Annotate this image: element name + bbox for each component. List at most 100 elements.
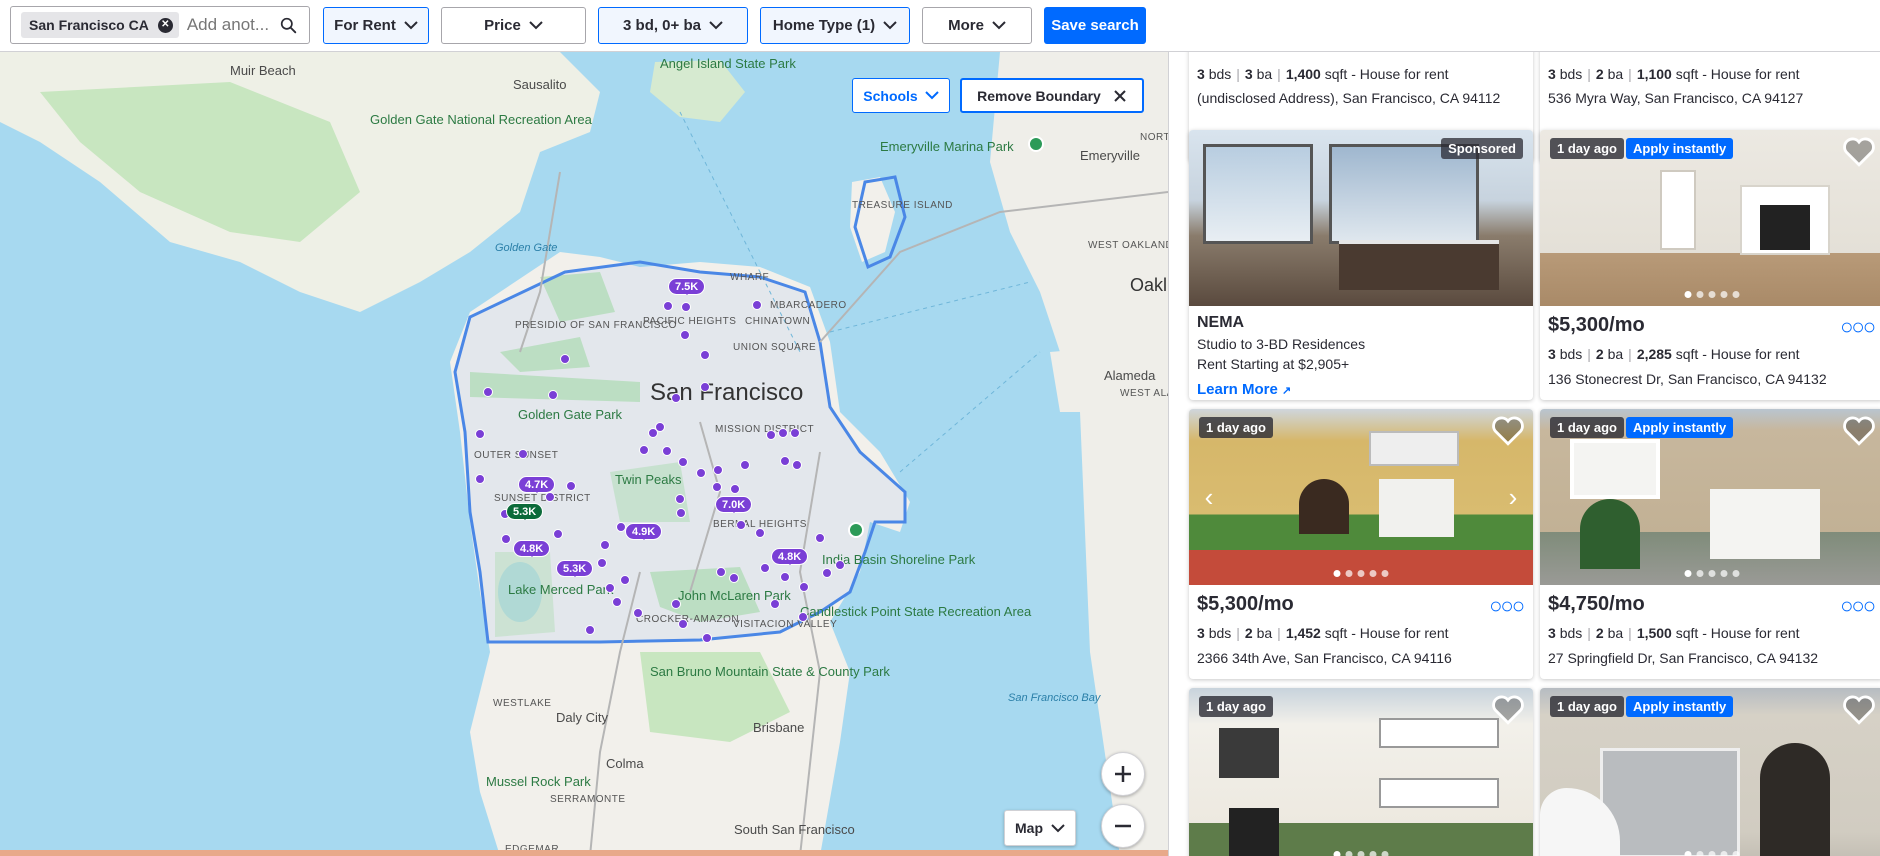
map-type-dropdown[interactable]: Map: [1004, 810, 1076, 846]
map-price-pin[interactable]: 4.8K: [771, 548, 809, 565]
map-listing-dot[interactable]: [696, 468, 706, 478]
map-listing-dot[interactable]: [740, 460, 750, 470]
map-listing-dot[interactable]: [730, 484, 740, 494]
photo-carousel-dots[interactable]: [1333, 851, 1389, 856]
map-listing-dot[interactable]: [545, 492, 555, 502]
map-listing-dot[interactable]: [560, 354, 570, 364]
map-listing-dot[interactable]: [675, 494, 685, 504]
listing-photo[interactable]: 1 day ago: [1189, 688, 1533, 856]
map-listing-dot[interactable]: [671, 599, 681, 609]
photo-carousel-dots[interactable]: [1684, 570, 1740, 577]
map-price-pin[interactable]: 4.9K: [625, 523, 663, 540]
map-listing-dot[interactable]: [553, 529, 563, 539]
listing-photo[interactable]: Sponsored: [1189, 130, 1533, 306]
map-listing-dot[interactable]: [680, 330, 690, 340]
search-box[interactable]: San Francisco CA ✕: [10, 6, 310, 44]
map-listing-dot[interactable]: [700, 350, 710, 360]
map-listing-dot[interactable]: [822, 568, 832, 578]
map-listing-dot[interactable]: [605, 583, 615, 593]
photo-carousel-dots[interactable]: [1684, 851, 1740, 856]
map-listing-dot[interactable]: [662, 446, 672, 456]
schools-dropdown[interactable]: Schools: [852, 78, 950, 113]
map-listing-dot[interactable]: [780, 456, 790, 466]
map-listing-dot[interactable]: [501, 534, 511, 544]
more-filters-dropdown[interactable]: More: [922, 7, 1032, 44]
map-price-pin[interactable]: 5.3K: [556, 560, 594, 577]
listing-photo[interactable]: 1 day ago ‹ ›: [1189, 409, 1533, 585]
learn-more-link[interactable]: Learn More ↗: [1197, 381, 1525, 398]
map-price-pin[interactable]: 4.8K: [513, 540, 551, 557]
map-listing-dot[interactable]: [548, 390, 558, 400]
location-chip[interactable]: San Francisco CA ✕: [21, 12, 179, 38]
map-listing-dot[interactable]: [700, 382, 710, 392]
map-listing-dot[interactable]: [566, 481, 576, 491]
home-type-dropdown[interactable]: Home Type (1): [760, 7, 910, 44]
map-listing-dot[interactable]: [799, 582, 809, 592]
heart-icon[interactable]: [1842, 136, 1876, 168]
search-input[interactable]: [186, 15, 279, 35]
map-panel[interactable]: Muir Beach Sausalito Angel Island State …: [0, 52, 1168, 856]
map-listing-dot[interactable]: [681, 302, 691, 312]
listing-card[interactable]: 1 day ago Apply instantly $4,750/mo 3 bd…: [1540, 409, 1880, 679]
more-options-icon[interactable]: ○○○: [1840, 316, 1876, 338]
map-listing-dot[interactable]: [597, 558, 607, 568]
map-listing-dot[interactable]: [639, 445, 649, 455]
map-price-pin[interactable]: 4.7K: [518, 476, 556, 493]
map-listing-dot[interactable]: [663, 301, 673, 311]
listing-card[interactable]: 1 day ago Apply instantly: [1540, 688, 1880, 856]
map-listing-dot[interactable]: [620, 575, 630, 585]
map-listing-dot[interactable]: [671, 393, 681, 403]
map-listing-dot[interactable]: [475, 429, 485, 439]
listing-type-dropdown[interactable]: For Rent: [323, 7, 429, 44]
photo-carousel-dots[interactable]: [1684, 291, 1740, 298]
heart-icon[interactable]: [1491, 694, 1525, 726]
map-listing-dot[interactable]: [778, 428, 788, 438]
map-listing-dot[interactable]: [760, 563, 770, 573]
previous-photo-icon[interactable]: ‹: [1197, 482, 1221, 512]
price-dropdown[interactable]: Price: [441, 7, 586, 44]
remove-location-icon[interactable]: ✕: [157, 17, 173, 33]
map-listing-dot[interactable]: [780, 572, 790, 582]
photo-carousel-dots[interactable]: [1333, 570, 1389, 577]
listing-photo[interactable]: 1 day ago Apply instantly: [1540, 130, 1880, 306]
search-icon[interactable]: [280, 17, 297, 34]
listings-panel[interactable]: 3 bds | 3 ba | 1,400 sqft - House for rent (…: [1168, 52, 1880, 856]
map-listing-dot[interactable]: [518, 449, 528, 459]
map-listing-dot[interactable]: [676, 508, 686, 518]
sponsored-card[interactable]: Sponsored NEMA Studio to 3-BD Residences…: [1189, 130, 1533, 400]
map-listing-dot[interactable]: [815, 533, 825, 543]
map-price-pin[interactable]: 7.0K: [715, 496, 753, 513]
map-listing-dot[interactable]: [716, 567, 726, 577]
map-listing-dot[interactable]: [729, 573, 739, 583]
map-listing-dot[interactable]: [475, 474, 485, 484]
zoom-out-button[interactable]: [1101, 804, 1145, 848]
map-listing-dot[interactable]: [712, 482, 722, 492]
map-listing-dot[interactable]: [702, 633, 712, 643]
heart-icon[interactable]: [1491, 415, 1525, 447]
heart-icon[interactable]: [1842, 694, 1876, 726]
map-listing-dot[interactable]: [483, 387, 493, 397]
more-options-icon[interactable]: ○○○: [1840, 595, 1876, 617]
map-listing-dot[interactable]: [766, 430, 776, 440]
map-listing-dot[interactable]: [736, 520, 746, 530]
map-listing-dot[interactable]: [713, 465, 723, 475]
listing-photo[interactable]: 1 day ago Apply instantly: [1540, 409, 1880, 585]
next-photo-icon[interactable]: ›: [1501, 482, 1525, 512]
map-listing-dot[interactable]: [755, 528, 765, 538]
map-listing-dot[interactable]: [752, 300, 762, 310]
beds-baths-dropdown[interactable]: 3 bd, 0+ ba: [598, 7, 748, 44]
map-listing-dot[interactable]: [792, 460, 802, 470]
zoom-in-button[interactable]: [1101, 752, 1145, 796]
remove-boundary-button[interactable]: Remove Boundary: [960, 78, 1144, 113]
save-search-button[interactable]: Save search: [1044, 7, 1146, 44]
map-listing-dot[interactable]: [678, 457, 688, 467]
listing-card[interactable]: 1 day ago Apply instantly $5,300/mo 3 bd…: [1540, 130, 1880, 400]
map-price-pin-selected[interactable]: 5.3K: [506, 503, 544, 520]
map-price-pin[interactable]: 7.5K: [668, 278, 706, 295]
listing-card[interactable]: 1 day ago ‹ › $5,300/mo 3 bds | 2 ba | 1,452…: [1189, 409, 1533, 679]
map-listing-dot[interactable]: [585, 625, 595, 635]
heart-icon[interactable]: [1842, 415, 1876, 447]
map-listing-dot[interactable]: [633, 608, 643, 618]
map-canvas[interactable]: [0, 52, 1168, 856]
map-listing-dot[interactable]: [655, 422, 665, 432]
